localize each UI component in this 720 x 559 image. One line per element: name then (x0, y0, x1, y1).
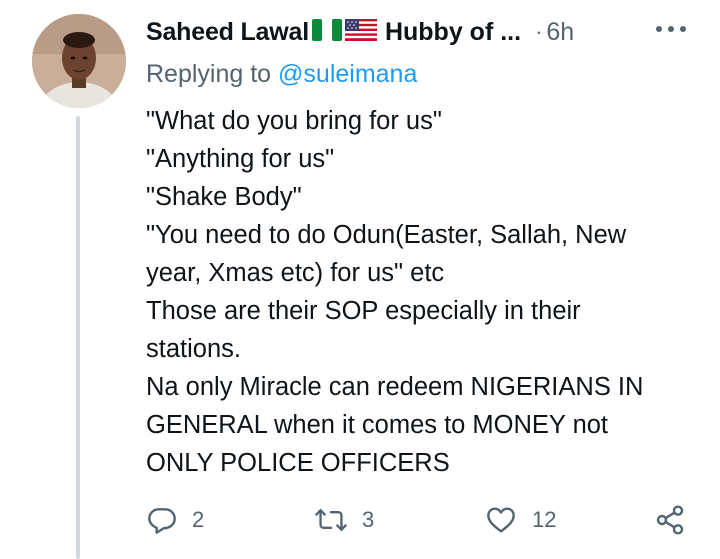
share-icon (654, 504, 686, 536)
retweet-button[interactable]: 3 (314, 500, 374, 540)
timestamp[interactable]: 6h (546, 18, 574, 47)
tweet-text: "What do you bring for us" "Anything for… (146, 102, 706, 482)
separator-dot: · (535, 19, 543, 44)
tweet-line: "You need to do Odun(Easter, Sallah, New (146, 221, 627, 249)
bio-snippet[interactable]: Hubby of ... (385, 18, 521, 47)
like-icon (484, 504, 518, 536)
like-button[interactable]: 12 (484, 500, 556, 540)
tweet-line: ONLY POLICE OFFICERS (146, 449, 450, 477)
thread-connector-line (76, 116, 80, 559)
retweet-count: 3 (362, 507, 375, 532)
reply-button[interactable]: 2 (146, 500, 204, 540)
action-bar: 2 3 12 (146, 500, 696, 540)
avatar[interactable] (32, 14, 126, 108)
replying-to-label: Replying to (146, 60, 272, 88)
tweet-line: "What do you bring for us" (146, 107, 442, 135)
like-count: 12 (532, 507, 557, 532)
share-button[interactable] (654, 500, 686, 540)
reply-count: 2 (192, 507, 205, 532)
tweet-line: GENERAL when it comes to MONEY not (146, 411, 609, 439)
replied-handle-link[interactable]: @suleimana (278, 60, 417, 88)
more-options-icon[interactable] (656, 22, 686, 36)
display-name[interactable]: Saheed Lawal (146, 18, 309, 47)
tweet-line: stations. (146, 335, 241, 363)
tweet-line: Na only Miracle can redeem NIGERIANS IN (146, 373, 644, 401)
nigeria-flag-icon (311, 18, 342, 46)
replying-to: Replying to @suleimana (146, 60, 417, 89)
tweet-line: "Anything for us" (146, 145, 335, 173)
reply-icon (146, 504, 178, 536)
avatar-photo (32, 14, 126, 108)
tweet-line: "Shake Body" (146, 183, 302, 211)
tweet-line: Those are their SOP especially in their (146, 297, 581, 325)
tweet-line: year, Xmas etc) for us" etc (146, 259, 445, 287)
tweet-header: Saheed Lawal Hubby of ... · 6h (146, 12, 706, 52)
retweet-icon (314, 504, 348, 536)
usa-flag-icon (344, 18, 377, 46)
